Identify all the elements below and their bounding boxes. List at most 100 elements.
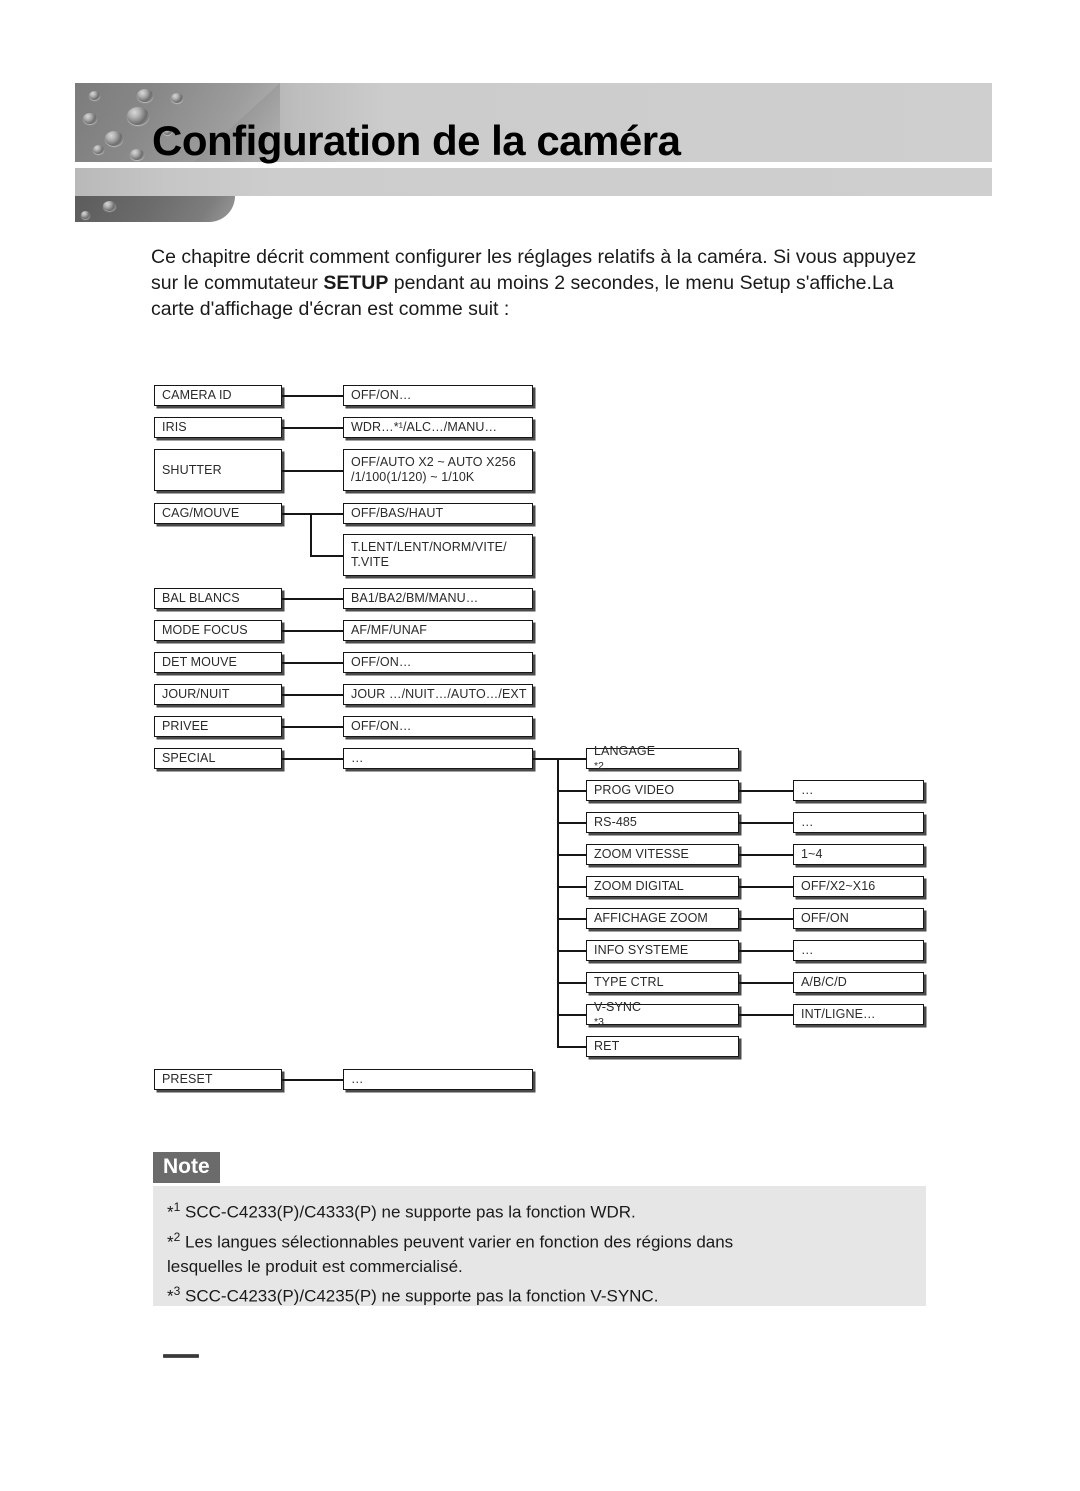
connector-value-prog-video: [739, 790, 793, 792]
submenu-box-langage: LANGAGE *2: [586, 744, 739, 772]
intro-line-2-post: pendant au moins 2: [388, 272, 566, 294]
submenu-box-ret: RET: [586, 1036, 739, 1057]
value-box-shutter: OFF/AUTO X2 ~ AUTO X256 /1/100(1/120) ~ …: [343, 449, 533, 491]
header-band-lower: [75, 168, 992, 196]
menu-box-shutter: SHUTTER: [154, 449, 282, 491]
connector-preset: [282, 1079, 343, 1081]
connector-cag-mouve-stem: [282, 513, 311, 515]
submenu-box-rs-485: RS-485: [586, 812, 739, 833]
droplet-icon: [89, 91, 100, 100]
note-item-3: *3 SCC-C4233(P)/C4235(P) ne supporte pas…: [167, 1284, 659, 1306]
connector-special-stem: [533, 758, 558, 760]
menu-box-mode-focus: MODE FOCUS: [154, 620, 282, 641]
menu-box-privee: PRIVEE: [154, 716, 282, 737]
droplet-icon: [81, 211, 90, 219]
value-box-camera-id: OFF/ON…: [343, 385, 533, 406]
droplet-icon: [171, 93, 183, 103]
connector-submenu-type-ctrl: [557, 982, 586, 984]
connector-shutter: [282, 470, 343, 472]
connector-submenu-affichage-zoom: [557, 918, 586, 920]
connector-value-affichage-zoom: [739, 918, 793, 920]
submenu-box-zoom-vitesse: ZOOM VITESSE: [586, 844, 739, 865]
connector-value-rs-485: [739, 822, 793, 824]
intro-line-1: Ce chapitre décrit comment configurer le…: [151, 246, 768, 268]
connector-cag-mouve-bottom: [310, 555, 343, 557]
droplet-icon: [93, 145, 104, 154]
submenu-box-prog-video: PROG VIDEO: [586, 780, 739, 801]
value-box-bal-blancs: BA1/BA2/BM/MANU…: [343, 588, 533, 609]
note-item-2: *2 Les langues sélectionnables peuvent v…: [167, 1229, 734, 1252]
connector-value-zoom-vitesse: [739, 854, 793, 856]
connector-value-type-ctrl: [739, 982, 793, 984]
connector-special: [282, 758, 343, 760]
submenu-value-zoom-vitesse: 1~4: [793, 844, 924, 865]
connector-mode-focus: [282, 630, 343, 632]
connector-iris: [282, 427, 343, 429]
connector-value-zoom-digital: [739, 886, 793, 888]
connector-cag-mouve-top: [310, 513, 343, 515]
connector-special-trunk: [557, 758, 559, 1047]
value-box-privee: OFF/ON…: [343, 716, 533, 737]
submenu-value-type-ctrl: A/B/C/D: [793, 972, 924, 993]
connector-bal-blancs: [282, 598, 343, 600]
menu-box-cag-mouve: CAG/MOUVE: [154, 503, 282, 524]
menu-box-preset: PRESET: [154, 1069, 282, 1090]
intro-paragraph: Ce chapitre décrit comment configurer le…: [151, 244, 941, 322]
menu-box-camera-id: CAMERA ID: [154, 385, 282, 406]
connector-cag-mouve-trunk: [310, 513, 312, 556]
droplet-icon: [127, 107, 149, 125]
connector-det-mouve: [282, 662, 343, 664]
value-box-cag-mouve: OFF/BAS/HAUT: [343, 503, 533, 524]
value-box-preset: …: [343, 1069, 533, 1090]
connector-submenu-ret: [557, 1046, 586, 1048]
submenu-box-v-sync: V-SYNC *3: [586, 1000, 739, 1028]
submenu-value-zoom-digital: OFF/X2~X16: [793, 876, 924, 897]
submenu-box-zoom-digital: ZOOM DIGITAL: [586, 876, 739, 897]
connector-camera-id: [282, 395, 343, 397]
connector-submenu-rs-485: [557, 822, 586, 824]
droplet-icon: [105, 131, 123, 146]
value-box-special: …: [343, 748, 533, 769]
connector-submenu-info-systeme: [557, 950, 586, 952]
intro-line-4: suit :: [468, 298, 510, 320]
value-box-iris: WDR…*¹/ALC…/MANU…: [343, 417, 533, 438]
value-box-det-mouve: OFF/ON…: [343, 652, 533, 673]
menu-box-iris: IRIS: [154, 417, 282, 438]
connector-submenu-zoom-digital: [557, 886, 586, 888]
submenu-value-rs-485: …: [793, 812, 924, 833]
connector-value-v-sync: [739, 1014, 793, 1016]
droplet-icon: [103, 201, 116, 211]
connector-value-info-systeme: [739, 950, 793, 952]
value-box-jour-nuit: JOUR …/NUIT…/AUTO…/EXT: [343, 684, 533, 705]
droplet-icon: [83, 113, 97, 124]
submenu-value-prog-video: …: [793, 780, 924, 801]
submenu-box-type-ctrl: TYPE CTRL: [586, 972, 739, 993]
connector-submenu-langage: [557, 758, 586, 760]
header-lower-tab: [75, 196, 235, 222]
page-title: Configuration de la caméra: [152, 117, 681, 164]
droplet-icon: [137, 89, 153, 102]
submenu-value-v-sync: INT/LIGNE…: [793, 1004, 924, 1025]
connector-privee: [282, 726, 343, 728]
note-body: *1 SCC-C4233(P)/C4333(P) ne supporte pas…: [153, 1186, 926, 1306]
menu-box-det-mouve: DET MOUVE: [154, 652, 282, 673]
menu-box-special: SPECIAL: [154, 748, 282, 769]
page-footer-arc: [163, 1354, 199, 1358]
droplet-icon: [130, 149, 144, 160]
submenu-box-info-systeme: INFO SYSTEME: [586, 940, 739, 961]
value-box-mode-focus: AF/MF/UNAF: [343, 620, 533, 641]
menu-box-bal-blancs: BAL BLANCS: [154, 588, 282, 609]
connector-jour-nuit: [282, 694, 343, 696]
submenu-value-info-systeme: …: [793, 940, 924, 961]
connector-submenu-v-sync: [557, 1014, 586, 1016]
setup-keyword: SETUP: [323, 272, 389, 294]
submenu-value-affichage-zoom: OFF/ON: [793, 908, 924, 929]
connector-submenu-zoom-vitesse: [557, 854, 586, 856]
submenu-box-affichage-zoom: AFFICHAGE ZOOM: [586, 908, 739, 929]
note-label: Note: [153, 1152, 220, 1183]
menu-box-jour-nuit: JOUR/NUIT: [154, 684, 282, 705]
value-box-cag-mouve-2: T.LENT/LENT/NORM/VITE/ T.VITE: [343, 534, 533, 576]
connector-submenu-prog-video: [557, 790, 586, 792]
note-item-1: *1 SCC-C4233(P)/C4333(P) ne supporte pas…: [167, 1200, 636, 1222]
note-item-2-cont: lesquelles le produit est commercialisé.: [167, 1257, 463, 1277]
